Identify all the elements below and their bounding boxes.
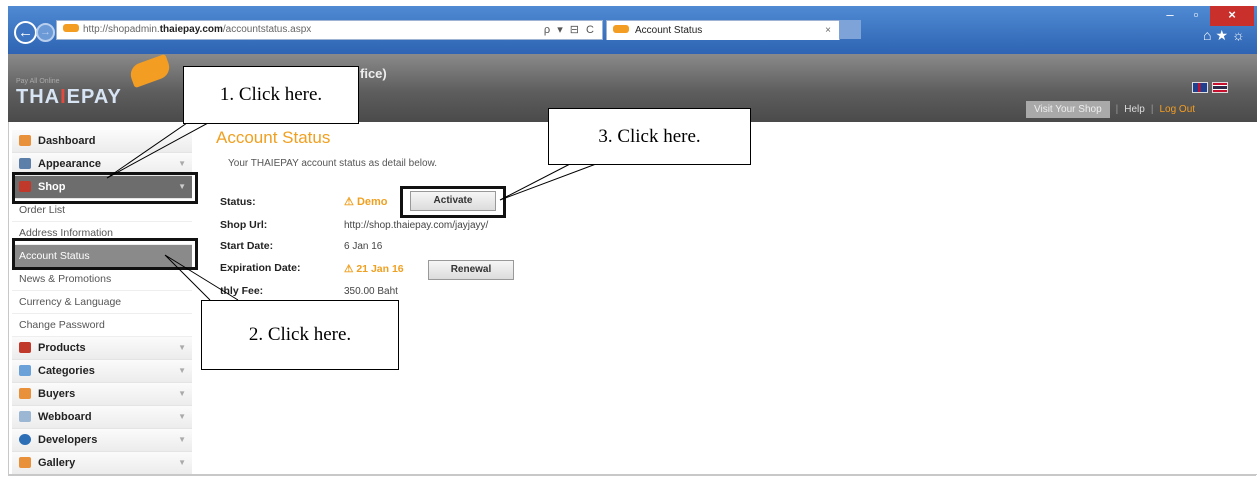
callout-step-1: 1. Click here. <box>183 66 359 124</box>
callout-2-pointer <box>164 254 239 301</box>
bottom-divider <box>8 474 1257 475</box>
callout-1-pointer <box>106 122 209 179</box>
callout-step-3: 3. Click here. <box>548 108 751 165</box>
callout-step-2: 2. Click here. <box>201 300 399 370</box>
callout-3-pointer <box>499 163 597 201</box>
